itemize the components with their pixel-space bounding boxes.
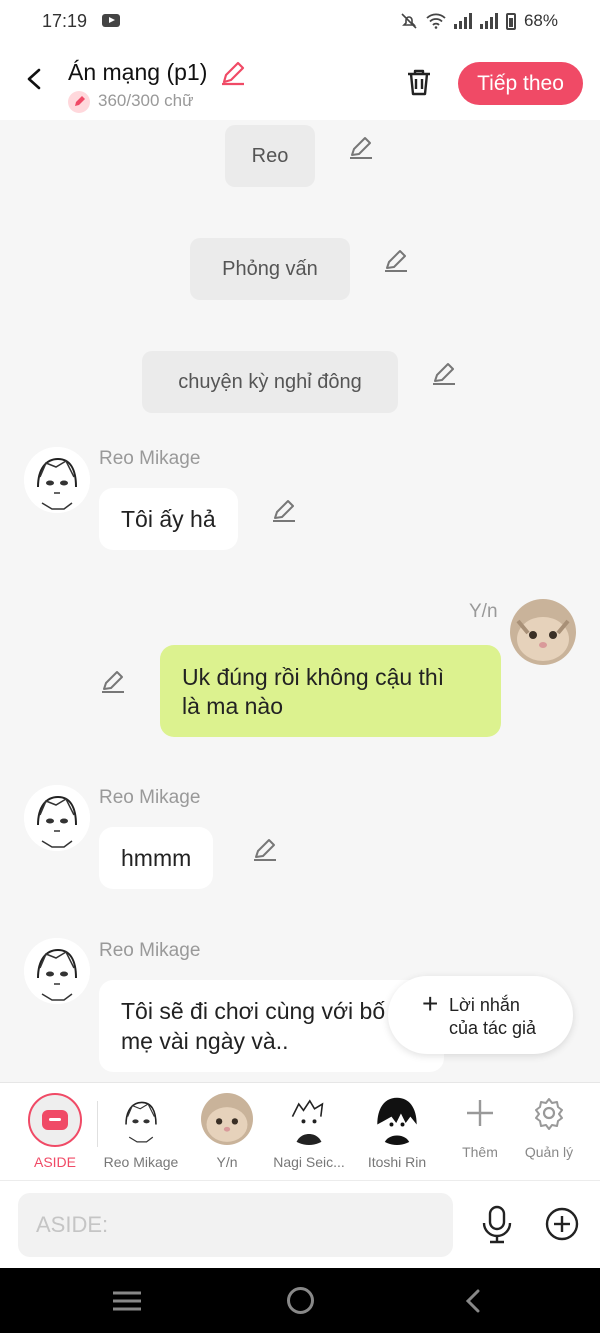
- page-title: Án mạng (p1): [68, 59, 208, 85]
- battery-level: 68%: [523, 11, 558, 30]
- sender-name: Y/n: [469, 601, 498, 622]
- back-icon[interactable]: [24, 68, 46, 90]
- battery-icon: [505, 12, 516, 30]
- character-bar: ASIDE Reo Mikage Y/n Nagi Seic... Itoshi…: [0, 1082, 600, 1180]
- trash-icon[interactable]: [404, 67, 434, 97]
- narration-item[interactable]: Reo: [225, 125, 315, 187]
- pencil-icon[interactable]: [252, 837, 278, 863]
- youtube-icon: [102, 14, 120, 27]
- character-label: Nagi Seic...: [273, 1154, 345, 1170]
- mic-icon[interactable]: [480, 1205, 514, 1245]
- pencil-icon[interactable]: [271, 498, 297, 524]
- add-circle-icon[interactable]: [544, 1206, 580, 1242]
- app-header: Án mạng (p1) 360/300 chữ Tiếp theo: [0, 44, 600, 120]
- status-bar: 17:19 68%: [0, 0, 600, 44]
- message-line: Tôi sẽ đi chơi cùng với bố: [121, 998, 386, 1024]
- plus-icon: +: [422, 988, 439, 1019]
- input-bar: [0, 1180, 600, 1268]
- mute-icon: [401, 13, 417, 29]
- status-time: 17:19: [42, 11, 88, 31]
- author-note-label: của tác giả: [449, 1018, 537, 1038]
- message-line: mẹ vài ngày và..: [121, 1028, 289, 1054]
- home-icon[interactable]: [287, 1287, 314, 1314]
- character-label: ASIDE: [33, 1154, 76, 1170]
- signal-icon: [479, 13, 498, 29]
- add-character-button[interactable]: Thêm: [445, 1083, 515, 1181]
- system-nav-bar: [0, 1268, 600, 1333]
- character-label: Y/n: [216, 1154, 238, 1170]
- add-label: Thêm: [462, 1144, 498, 1160]
- wifi-icon: [426, 13, 446, 29]
- author-note-label: Lời nhắn: [449, 995, 520, 1015]
- character-label: Itoshi Rin: [367, 1154, 427, 1170]
- gear-icon: [535, 1098, 563, 1130]
- character-yn[interactable]: Y/n: [184, 1083, 270, 1181]
- manage-button[interactable]: Quản lý: [514, 1083, 584, 1181]
- message-bubble[interactable]: hmmm: [99, 827, 214, 889]
- message-line: Uk đúng rồi không cậu thì: [182, 664, 445, 690]
- chat-area[interactable]: Reo Phỏng vấn chuyện kỳ nghỉ đông Reo Mi…: [0, 120, 600, 1082]
- pencil-icon[interactable]: [220, 60, 246, 86]
- avatar: [201, 1093, 253, 1145]
- pencil-badge-icon: [68, 91, 90, 113]
- character-label: Reo Mikage: [103, 1154, 179, 1170]
- narration-item[interactable]: chuyện kỳ nghỉ đông: [142, 351, 398, 413]
- pencil-icon[interactable]: [348, 135, 374, 161]
- chat-icon: [42, 1110, 68, 1130]
- sender-name: Reo Mikage: [99, 448, 201, 469]
- back-icon[interactable]: [464, 1289, 482, 1313]
- status-icons: 68%: [400, 11, 558, 31]
- message-bubble[interactable]: Tôi ấy hả: [99, 488, 238, 550]
- word-count: 360/300 chữ: [98, 91, 194, 110]
- avatar: [371, 1093, 423, 1145]
- aside-character-button[interactable]: [28, 1093, 82, 1147]
- pencil-icon[interactable]: [383, 248, 409, 274]
- character-nagi[interactable]: Nagi Seic...: [266, 1083, 352, 1181]
- next-button[interactable]: Tiếp theo: [458, 62, 583, 105]
- sender-name: Reo Mikage: [99, 940, 201, 961]
- avatar: [283, 1093, 335, 1145]
- message-bubble-own[interactable]: Uk đúng rồi không cậu thì là ma nào: [160, 645, 501, 737]
- narration-item[interactable]: Phỏng vấn: [190, 238, 350, 300]
- pencil-icon[interactable]: [100, 669, 126, 695]
- manage-label: Quản lý: [524, 1144, 574, 1160]
- avatar-reo-mikage[interactable]: [24, 785, 90, 851]
- avatar: [115, 1093, 167, 1145]
- menu-icon[interactable]: [113, 1291, 141, 1311]
- author-note-button[interactable]: + Lời nhắn của tác giả: [388, 976, 573, 1054]
- plus-icon: [467, 1100, 493, 1126]
- sender-name: Reo Mikage: [99, 787, 201, 808]
- avatar-yn[interactable]: [510, 599, 576, 665]
- avatar-reo-mikage[interactable]: [24, 938, 90, 1004]
- avatar-reo-mikage[interactable]: [24, 447, 90, 513]
- character-itoshi-rin[interactable]: Itoshi Rin: [354, 1083, 440, 1181]
- message-line: là ma nào: [182, 693, 284, 719]
- message-input[interactable]: [18, 1193, 453, 1257]
- character-reo-mikage[interactable]: Reo Mikage: [98, 1083, 184, 1181]
- signal-icon: [453, 13, 472, 29]
- pencil-icon[interactable]: [431, 361, 457, 387]
